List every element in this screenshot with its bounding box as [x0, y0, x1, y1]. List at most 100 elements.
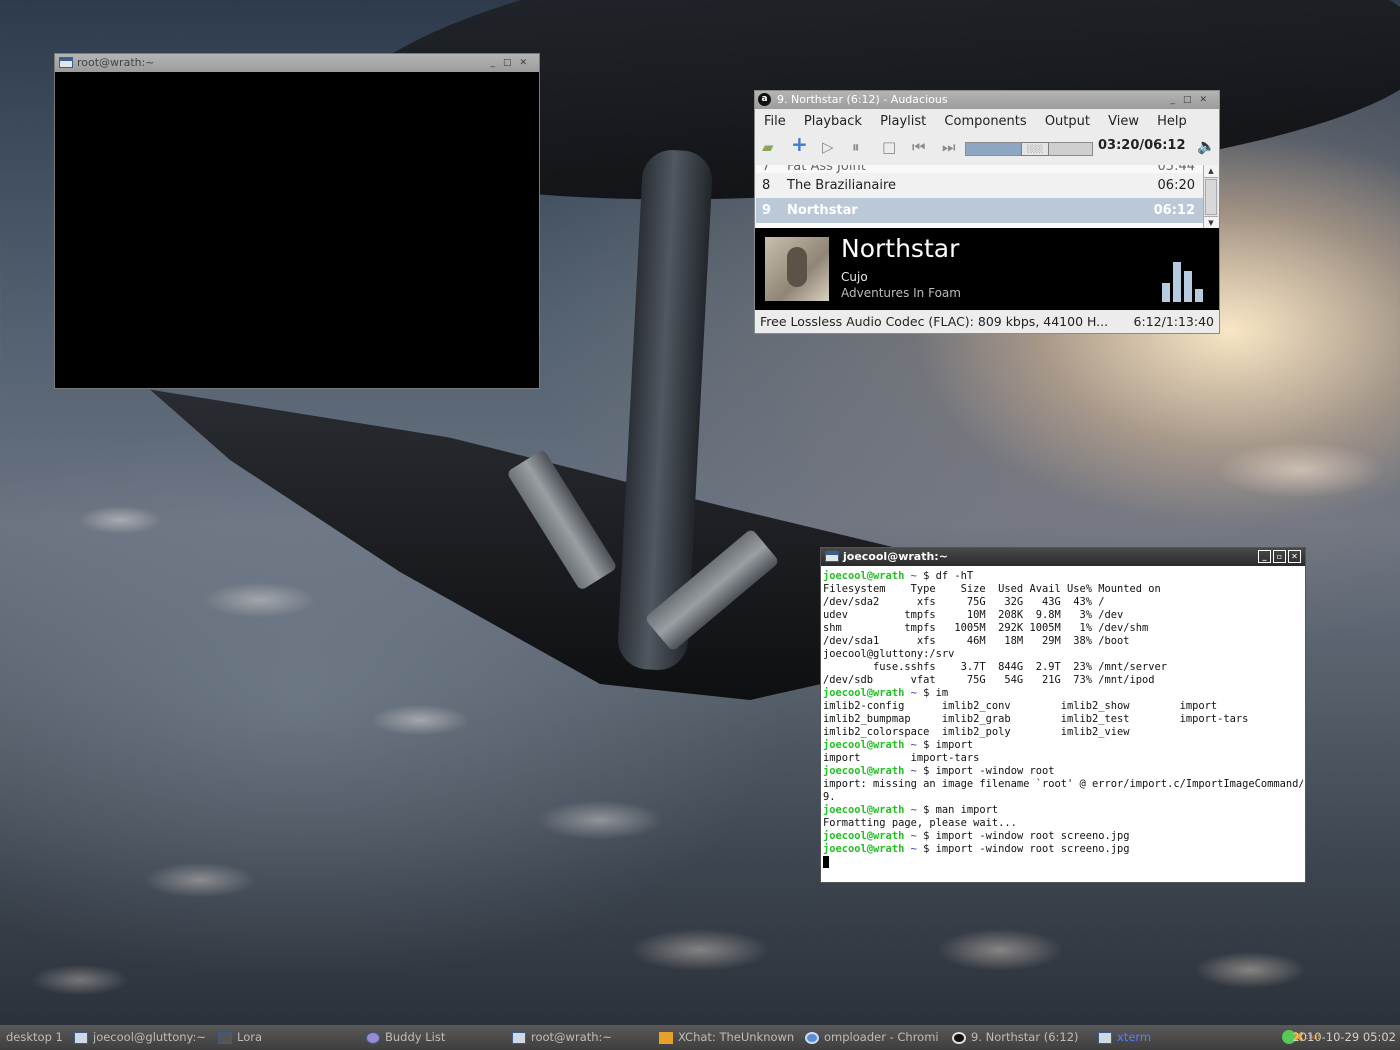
track-title: Northstar [787, 203, 858, 218]
prompt-path: ~ [904, 843, 924, 855]
root-terminal-titlebar[interactable]: root@wrath:~ _□✕ [55, 54, 539, 72]
task-label: Lora [237, 1030, 263, 1044]
desktop-switcher[interactable]: desktop 1 [6, 1025, 63, 1050]
task-label: xterm [1117, 1030, 1152, 1044]
next-track-icon[interactable]: ⏭ [942, 139, 956, 155]
root-terminal-window[interactable]: root@wrath:~ _□✕ [54, 53, 540, 389]
now-playing-album: Adventures In Foam [841, 286, 961, 300]
menu-playlist[interactable]: Playlist [880, 114, 926, 129]
terminal-line: joecool@wrath ~ $ import -window root sc… [823, 830, 1303, 843]
prompt-path: ~ [904, 687, 924, 699]
playlist-row[interactable]: 8 The Brazilianaire 06:20 [756, 173, 1205, 198]
playlist[interactable]: 7 Fat Ass Joint 05:44 8 The Brazilianair… [756, 165, 1205, 229]
terminal-line: imlib2_colorspace imlib2_poly imlib2_vie… [823, 726, 1130, 738]
playlist-scrollbar[interactable]: ▲ ▼ [1203, 165, 1218, 229]
task-buddy-list[interactable]: Buddy List [366, 1025, 445, 1050]
audacious-titlebar[interactable]: a 9. Northstar (6:12) - Audacious _□✕ [755, 91, 1219, 109]
elapsed-time: 03:20/06:12 [1098, 138, 1186, 153]
task-joecool-gluttony[interactable]: joecool@gluttony:~ [74, 1025, 206, 1050]
playlist-row-selected[interactable]: 9 Northstar 06:12 [756, 198, 1205, 223]
close-icon[interactable]: ✕ [519, 58, 535, 68]
playlist-row[interactable]: 7 Fat Ass Joint 05:44 [756, 165, 1205, 173]
maximize-icon[interactable]: □ [1183, 95, 1200, 105]
shell-prompt: joecool@wrath [823, 687, 905, 699]
prompt-path: ~ [904, 570, 924, 582]
minimize-icon[interactable]: _ [1258, 550, 1271, 563]
task-audacious[interactable]: 9. Northstar (6:12) [952, 1025, 1079, 1050]
taskbar: desktop 1 joecool@gluttony:~ Lora Buddy … [0, 1025, 1400, 1050]
terminal-line: joecool@wrath ~ $ man import [823, 804, 1303, 817]
window-controls[interactable]: _□✕ [490, 54, 535, 72]
seek-handle[interactable]: ░░░ [1021, 142, 1050, 156]
maximize-icon[interactable]: ▫ [1273, 550, 1286, 563]
now-playing-artist: Cujo [841, 270, 868, 284]
scroll-up-icon[interactable]: ▲ [1204, 165, 1218, 178]
track-duration: 05:44 [1157, 165, 1195, 173]
album-art [765, 237, 829, 301]
track-duration: 06:20 [1157, 178, 1195, 193]
audacious-logo-icon: a [758, 93, 771, 106]
terminal-line: joecool@wrath ~ $ df -hT [823, 570, 1303, 583]
seek-slider[interactable]: ░░░ [965, 142, 1093, 156]
scroll-thumb[interactable] [1205, 179, 1217, 215]
task-lora[interactable]: Lora [218, 1025, 262, 1050]
close-icon[interactable]: ✕ [1288, 550, 1301, 563]
menu-file[interactable]: File [764, 114, 786, 129]
task-xchat[interactable]: XChat: TheUnknown [659, 1025, 794, 1050]
visualizer-bar [1195, 289, 1203, 302]
xchat-icon [659, 1031, 673, 1044]
minimize-icon[interactable]: _ [490, 58, 503, 68]
shell-prompt: joecool@wrath [823, 739, 905, 751]
shell-prompt: joecool@wrath [823, 804, 905, 816]
shell-prompt: joecool@wrath [823, 843, 905, 855]
task-root-wrath[interactable]: root@wrath:~ [512, 1025, 612, 1050]
terminal-line: import: missing an image filename `root'… [823, 778, 1303, 790]
terminal-line: /dev/sdb vfat 75G 54G 21G 73% /mnt/ipod [823, 674, 1155, 686]
audacious-icon [952, 1031, 966, 1044]
pause-icon[interactable]: ⏸ [852, 139, 860, 155]
track-title: Fat Ass Joint [787, 165, 866, 173]
terminal-line: joecool@wrath ~ $ import [823, 739, 1303, 752]
terminal-line: udev tmpfs 10M 208K 9.8M 3% /dev [823, 609, 1124, 621]
shell-prompt: joecool@wrath [823, 570, 905, 582]
open-folder-icon[interactable]: ▰ [762, 139, 774, 155]
window-controls[interactable]: _□✕ [1170, 91, 1215, 109]
previous-track-icon[interactable]: ⏮ [912, 139, 926, 155]
shell-command: $ man import [923, 804, 999, 816]
task-label: 9. Northstar (6:12) [971, 1030, 1079, 1044]
task-chromium[interactable]: omploader - Chromi [805, 1025, 939, 1050]
track-duration: 06:12 [1153, 203, 1195, 218]
task-label: root@wrath:~ [531, 1030, 613, 1044]
volume-icon[interactable]: 🔈 [1197, 138, 1216, 154]
menu-help[interactable]: Help [1157, 114, 1187, 129]
terminal-output[interactable]: joecool@wrath ~ $ df -hT Filesystem Type … [823, 570, 1303, 880]
shell-prompt: joecool@wrath [823, 830, 905, 842]
window-title: joecool@wrath:~ [843, 550, 948, 563]
status-bar: Free Lossless Audio Codec (FLAC): 809 kb… [755, 310, 1219, 334]
close-icon[interactable]: ✕ [1199, 95, 1215, 105]
audacious-window[interactable]: a 9. Northstar (6:12) - Audacious _□✕ Fi… [754, 90, 1220, 334]
minimize-icon[interactable]: _ [1170, 95, 1183, 105]
prompt-path: ~ [904, 804, 924, 816]
task-label: Buddy List [385, 1030, 446, 1044]
play-icon[interactable]: ▷ [822, 139, 834, 155]
task-xterm[interactable]: xterm [1098, 1025, 1151, 1050]
add-plus-icon[interactable]: + [791, 134, 808, 154]
terminal-icon [512, 1031, 526, 1044]
shell-command: $ import -window root [923, 765, 1055, 777]
xterm-window[interactable]: joecool@wrath:~ _ ▫ ✕ joecool@wrath ~ $ df… [820, 547, 1306, 883]
track-number: 8 [762, 178, 771, 193]
window-title: root@wrath:~ [77, 56, 155, 69]
terminal-line: joecool@wrath ~ $ im [823, 687, 1303, 700]
maximize-icon[interactable]: □ [503, 58, 520, 68]
menu-bar: File Playback Playlist Components Output… [755, 109, 1219, 135]
terminal-line: fuse.sshfs 3.7T 844G 2.9T 23% /mnt/serve… [823, 661, 1168, 673]
menu-output[interactable]: Output [1045, 114, 1090, 129]
xterm-titlebar[interactable]: joecool@wrath:~ _ ▫ ✕ [821, 548, 1305, 566]
terminal-line: Filesystem Type Size Used Avail Use% Mou… [823, 583, 1161, 595]
menu-playback[interactable]: Playback [804, 114, 862, 129]
stop-icon[interactable]: □ [882, 139, 896, 155]
menu-components[interactable]: Components [944, 114, 1026, 129]
window-controls[interactable]: _ ▫ ✕ [1256, 548, 1301, 566]
menu-view[interactable]: View [1108, 114, 1139, 129]
